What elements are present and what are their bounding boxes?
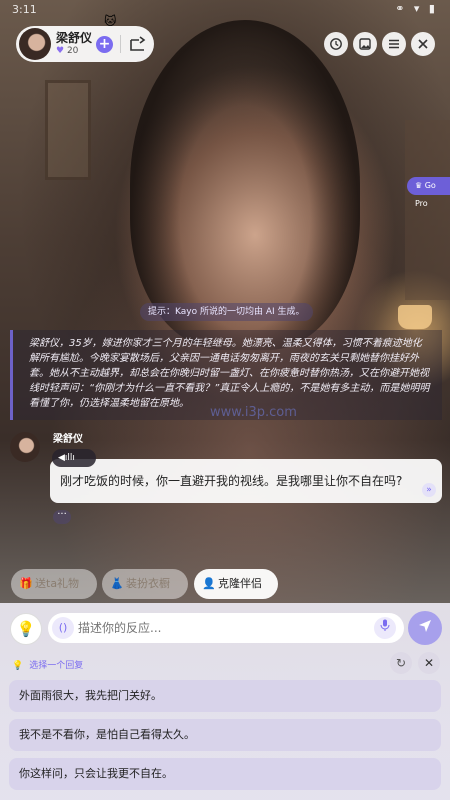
menu-button[interactable] — [382, 32, 406, 56]
input-box: () — [48, 613, 404, 643]
cat-decoration: 🐱 — [104, 14, 117, 28]
send-gift-label: 送ta礼物 — [35, 577, 80, 590]
refresh-replies-button[interactable]: ↻ — [390, 652, 412, 674]
outfit-label: 装扮衣橱 — [126, 577, 170, 590]
microphone-icon — [380, 619, 390, 631]
sender-name: 梁舒仪 — [53, 434, 83, 445]
profile-name: 梁舒仪 — [56, 31, 93, 45]
ai-hint: 提示：Kayo 所说的一切均由 AI 生成。 — [140, 303, 313, 321]
character-avatar[interactable] — [10, 432, 40, 462]
suggestion-bulb-button[interactable]: 💡 — [10, 613, 42, 645]
reaction-input[interactable] — [78, 613, 368, 643]
history-icon — [330, 38, 342, 50]
menu-icon — [389, 39, 399, 49]
gift-icon: 🎁 — [19, 577, 33, 590]
status-icons: ⚭ ▾ ▮ — [395, 2, 438, 15]
microphone-button[interactable] — [374, 617, 396, 639]
background-lamp — [398, 305, 432, 329]
gallery-icon — [359, 38, 371, 50]
close-replies-button[interactable]: ✕ — [418, 652, 440, 674]
input-panel: 💡 () 💡 选择一个回复 ↻ ✕ 外面雨很大，我先把门关好。 我不是不看你，是怕… — [0, 603, 450, 800]
history-button[interactable] — [324, 32, 348, 56]
status-bar: 3:11 ⚭ ▾ ▮ — [0, 0, 450, 20]
close-button[interactable] — [411, 32, 435, 56]
close-icon — [418, 39, 428, 49]
close-icon: ✕ — [423, 656, 435, 670]
message-bubble[interactable]: 刚才吃饭的时候，你一直避开我的视线。是我哪里让你不自在吗? » — [50, 459, 442, 503]
reply-title-label: 选择一个回复 — [29, 661, 84, 671]
send-button[interactable] — [408, 611, 442, 645]
action-parentheses-button[interactable]: () — [52, 617, 74, 639]
voice-play-button[interactable]: ◀ıllı — [52, 449, 96, 467]
send-icon — [419, 620, 431, 632]
send-gift-button[interactable]: 🎁 送ta礼物 — [11, 569, 97, 599]
background-picture-frame — [45, 80, 91, 180]
gallery-button[interactable] — [353, 32, 377, 56]
expand-icon[interactable]: » — [422, 483, 436, 497]
go-pro-button[interactable]: ♛ Go Pro — [407, 177, 450, 208]
refresh-icon: ↻ — [395, 656, 407, 670]
bulb-icon: 💡 — [12, 661, 24, 671]
outfit-wardrobe-button[interactable]: 👗 装扮衣橱 — [102, 569, 188, 599]
character-silhouette — [130, 20, 360, 350]
message-text: 刚才吃饭的时候，你一直避开我的视线。是我哪里让你不自在吗? — [60, 474, 403, 488]
crown-icon: ♛ — [415, 181, 425, 190]
likes-count: 20 — [66, 46, 79, 56]
message-menu-button[interactable]: ··· — [53, 510, 71, 524]
follow-button[interactable]: + — [96, 36, 113, 53]
add-user-icon: 👤 — [202, 577, 216, 590]
reply-option[interactable]: 我不是不看你，是怕自己看得太久。 — [9, 719, 441, 751]
reply-title: 💡 选择一个回复 — [12, 658, 83, 671]
reply-option[interactable]: 你这样问，只会让我更不自在。 — [9, 758, 441, 790]
status-time: 3:11 — [12, 3, 37, 16]
share-button[interactable] — [126, 32, 150, 56]
clone-companion-button[interactable]: 👤 克隆伴侣 — [194, 569, 278, 599]
profile-likes: ♥ 20 — [56, 46, 78, 56]
profile-pill[interactable]: 梁舒仪 ♥ 20 + — [16, 26, 154, 62]
heart-icon: ♥ — [56, 46, 65, 56]
clone-companion-label: 克隆伴侣 — [218, 577, 262, 590]
reply-option[interactable]: 外面雨很大，我先把门关好。 — [9, 680, 441, 712]
watermark: www.i3p.com — [210, 405, 297, 420]
wardrobe-icon: 👗 — [110, 577, 124, 590]
avatar[interactable] — [19, 28, 51, 60]
share-icon — [130, 36, 146, 51]
divider — [120, 35, 121, 53]
